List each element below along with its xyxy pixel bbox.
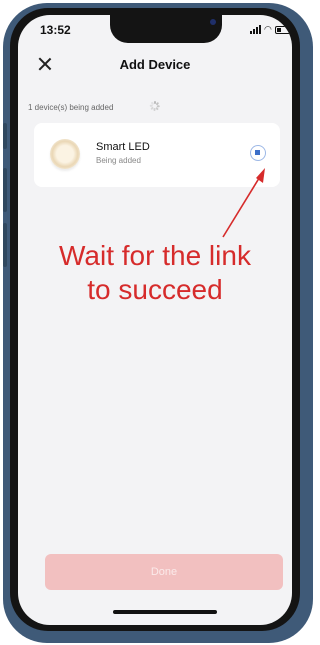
annotation-text: Wait for the link to succeed [18,239,292,307]
annotation-line-2: to succeed [87,274,223,305]
volume-down-button [3,223,7,267]
annotation-arrow [222,168,265,238]
app-screen: 13:52 ◠ Add Device 1 device(s) being add… [18,15,292,625]
mute-switch [3,123,7,149]
volume-up-button [3,168,7,212]
home-indicator [113,610,217,614]
done-button[interactable]: Done [45,554,283,590]
annotation-line-1: Wait for the link [59,240,251,271]
